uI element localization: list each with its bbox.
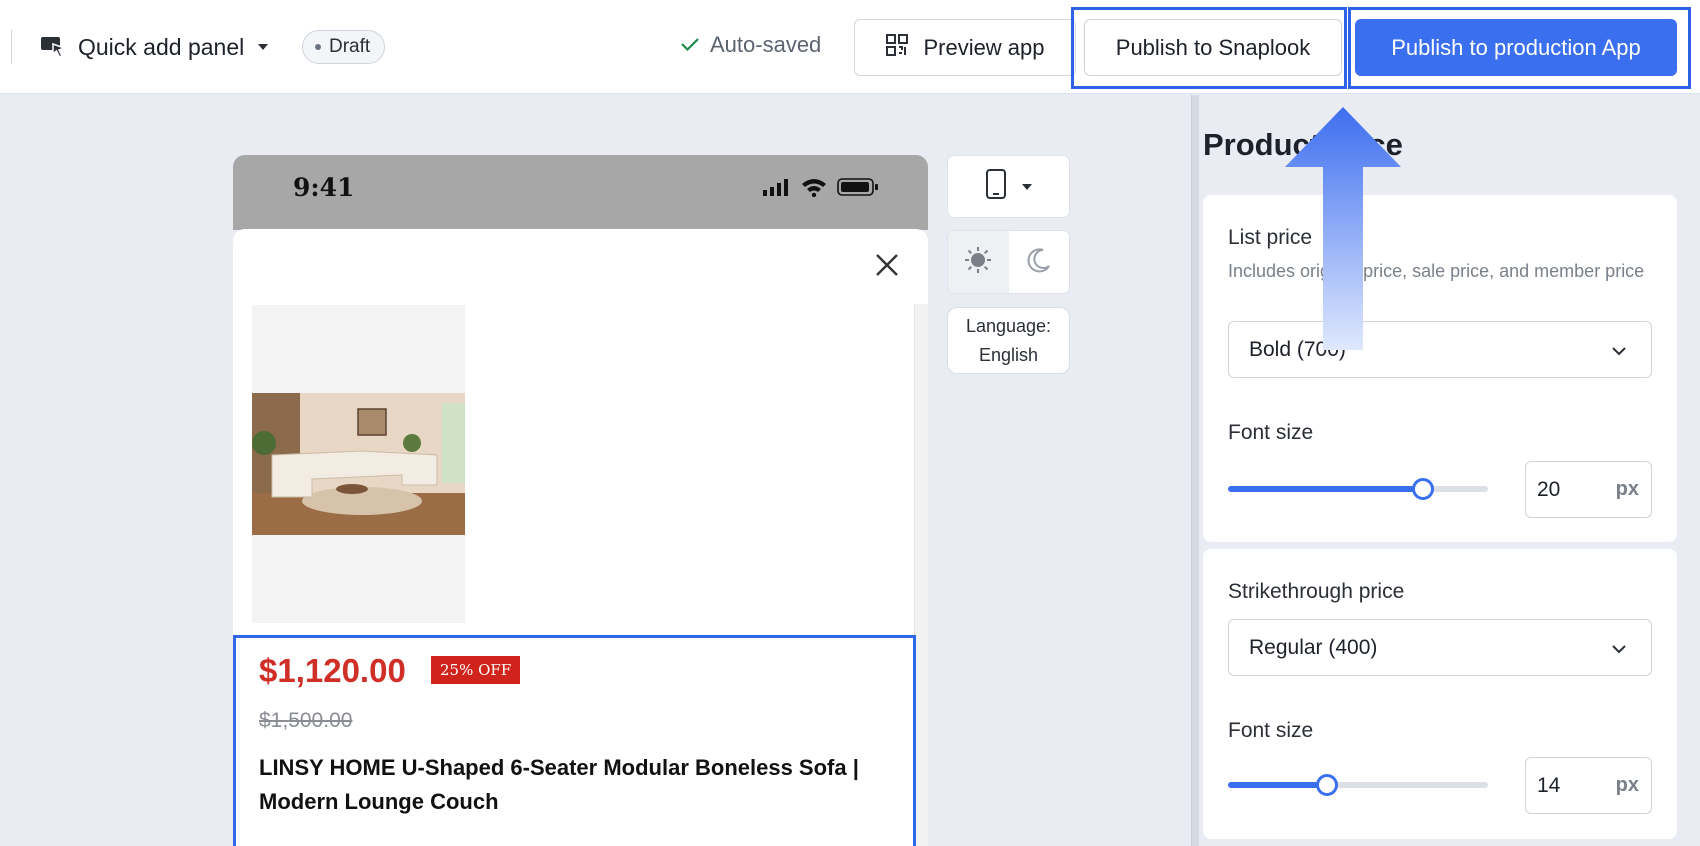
highlight-box-snaplook xyxy=(1071,7,1347,89)
wifi-icon xyxy=(801,177,827,202)
slider-fill xyxy=(1228,782,1327,788)
status-badge: Draft xyxy=(302,30,386,64)
sun-icon xyxy=(964,246,992,279)
panel-selector-dropdown[interactable]: Quick add panel xyxy=(40,30,270,64)
status-time: 9:41 xyxy=(293,173,355,202)
moon-icon xyxy=(1026,247,1052,278)
cursor-panel-icon xyxy=(40,35,66,59)
arrow-up-icon xyxy=(1285,107,1401,350)
battery-icon xyxy=(837,177,879,202)
caret-down-icon xyxy=(256,42,270,52)
status-dot xyxy=(315,44,321,50)
strikethrough-font-size-slider[interactable] xyxy=(1228,773,1488,797)
slider-fill xyxy=(1228,486,1423,492)
product-image-frame xyxy=(252,305,465,623)
chevron-down-icon xyxy=(1611,636,1627,660)
strikethrough-font-size-input[interactable]: 14 px xyxy=(1525,757,1652,814)
list-price-font-size-slider[interactable] xyxy=(1228,477,1488,501)
product-price: $1,120.00 xyxy=(259,652,406,689)
phone-status-bar: 9:41 xyxy=(233,155,928,230)
device-selector[interactable] xyxy=(947,155,1070,218)
unit-label: px xyxy=(1615,478,1639,500)
strikethrough-price-settings: Strikethrough price Regular (400) Font s… xyxy=(1203,549,1677,839)
font-size-value: 14 xyxy=(1537,773,1561,797)
list-price-settings: List price Includes original price, sale… xyxy=(1203,195,1677,542)
chevron-down-icon xyxy=(1611,338,1627,362)
discount-badge: 25% OFF xyxy=(431,656,521,684)
original-price: $1,500.00 xyxy=(259,709,353,732)
qr-code-icon xyxy=(885,33,909,63)
preview-app-label: Preview app xyxy=(923,34,1045,60)
list-price-font-size-label: Font size xyxy=(1228,421,1314,444)
preview-app-button[interactable]: Preview app xyxy=(854,19,1076,76)
dark-theme-button[interactable] xyxy=(1009,231,1070,293)
status-icons xyxy=(763,177,879,202)
font-size-value: 20 xyxy=(1537,477,1561,501)
product-price-card[interactable]: $1,120.00 25% OFF $1,500.00 LINSY HOME U… xyxy=(233,635,916,846)
product-title: LINSY HOME U-Shaped 6-Seater Modular Bon… xyxy=(259,755,859,814)
strikethrough-price-label: Strikethrough price xyxy=(1228,580,1405,603)
strikethrough-weight-select[interactable]: Regular (400) xyxy=(1228,619,1652,676)
phone-screen: $1,120.00 25% OFF $1,500.00 LINSY HOME U… xyxy=(233,229,928,846)
autosave-status: Auto-saved xyxy=(680,30,821,60)
highlight-box-production xyxy=(1348,7,1691,89)
autosave-label: Auto-saved xyxy=(710,32,822,57)
list-price-font-size-input[interactable]: 20 px xyxy=(1525,461,1652,518)
panel-resize-handle[interactable] xyxy=(1191,95,1199,846)
theme-toggle xyxy=(947,230,1070,294)
language-label: Language: xyxy=(965,315,1052,336)
caret-down-icon xyxy=(1021,178,1033,196)
product-image xyxy=(252,393,465,535)
slider-knob[interactable] xyxy=(1412,478,1434,500)
unit-label: px xyxy=(1615,774,1639,796)
close-icon[interactable] xyxy=(874,252,900,283)
status-badge-label: Draft xyxy=(329,36,371,57)
strikethrough-font-size-label: Font size xyxy=(1228,719,1314,742)
signal-icon xyxy=(763,178,791,201)
check-icon xyxy=(680,32,700,58)
toolbar-divider xyxy=(11,30,12,64)
slider-knob[interactable] xyxy=(1315,774,1338,796)
panel-selector-label: Quick add panel xyxy=(78,33,245,60)
mobile-phone-icon xyxy=(985,169,1007,204)
strikethrough-weight-value: Regular (400) xyxy=(1249,635,1378,659)
language-selector[interactable]: Language: English xyxy=(947,307,1070,374)
language-value: English xyxy=(978,344,1039,365)
scrollbar[interactable] xyxy=(914,304,928,846)
light-theme-button[interactable] xyxy=(948,231,1009,293)
